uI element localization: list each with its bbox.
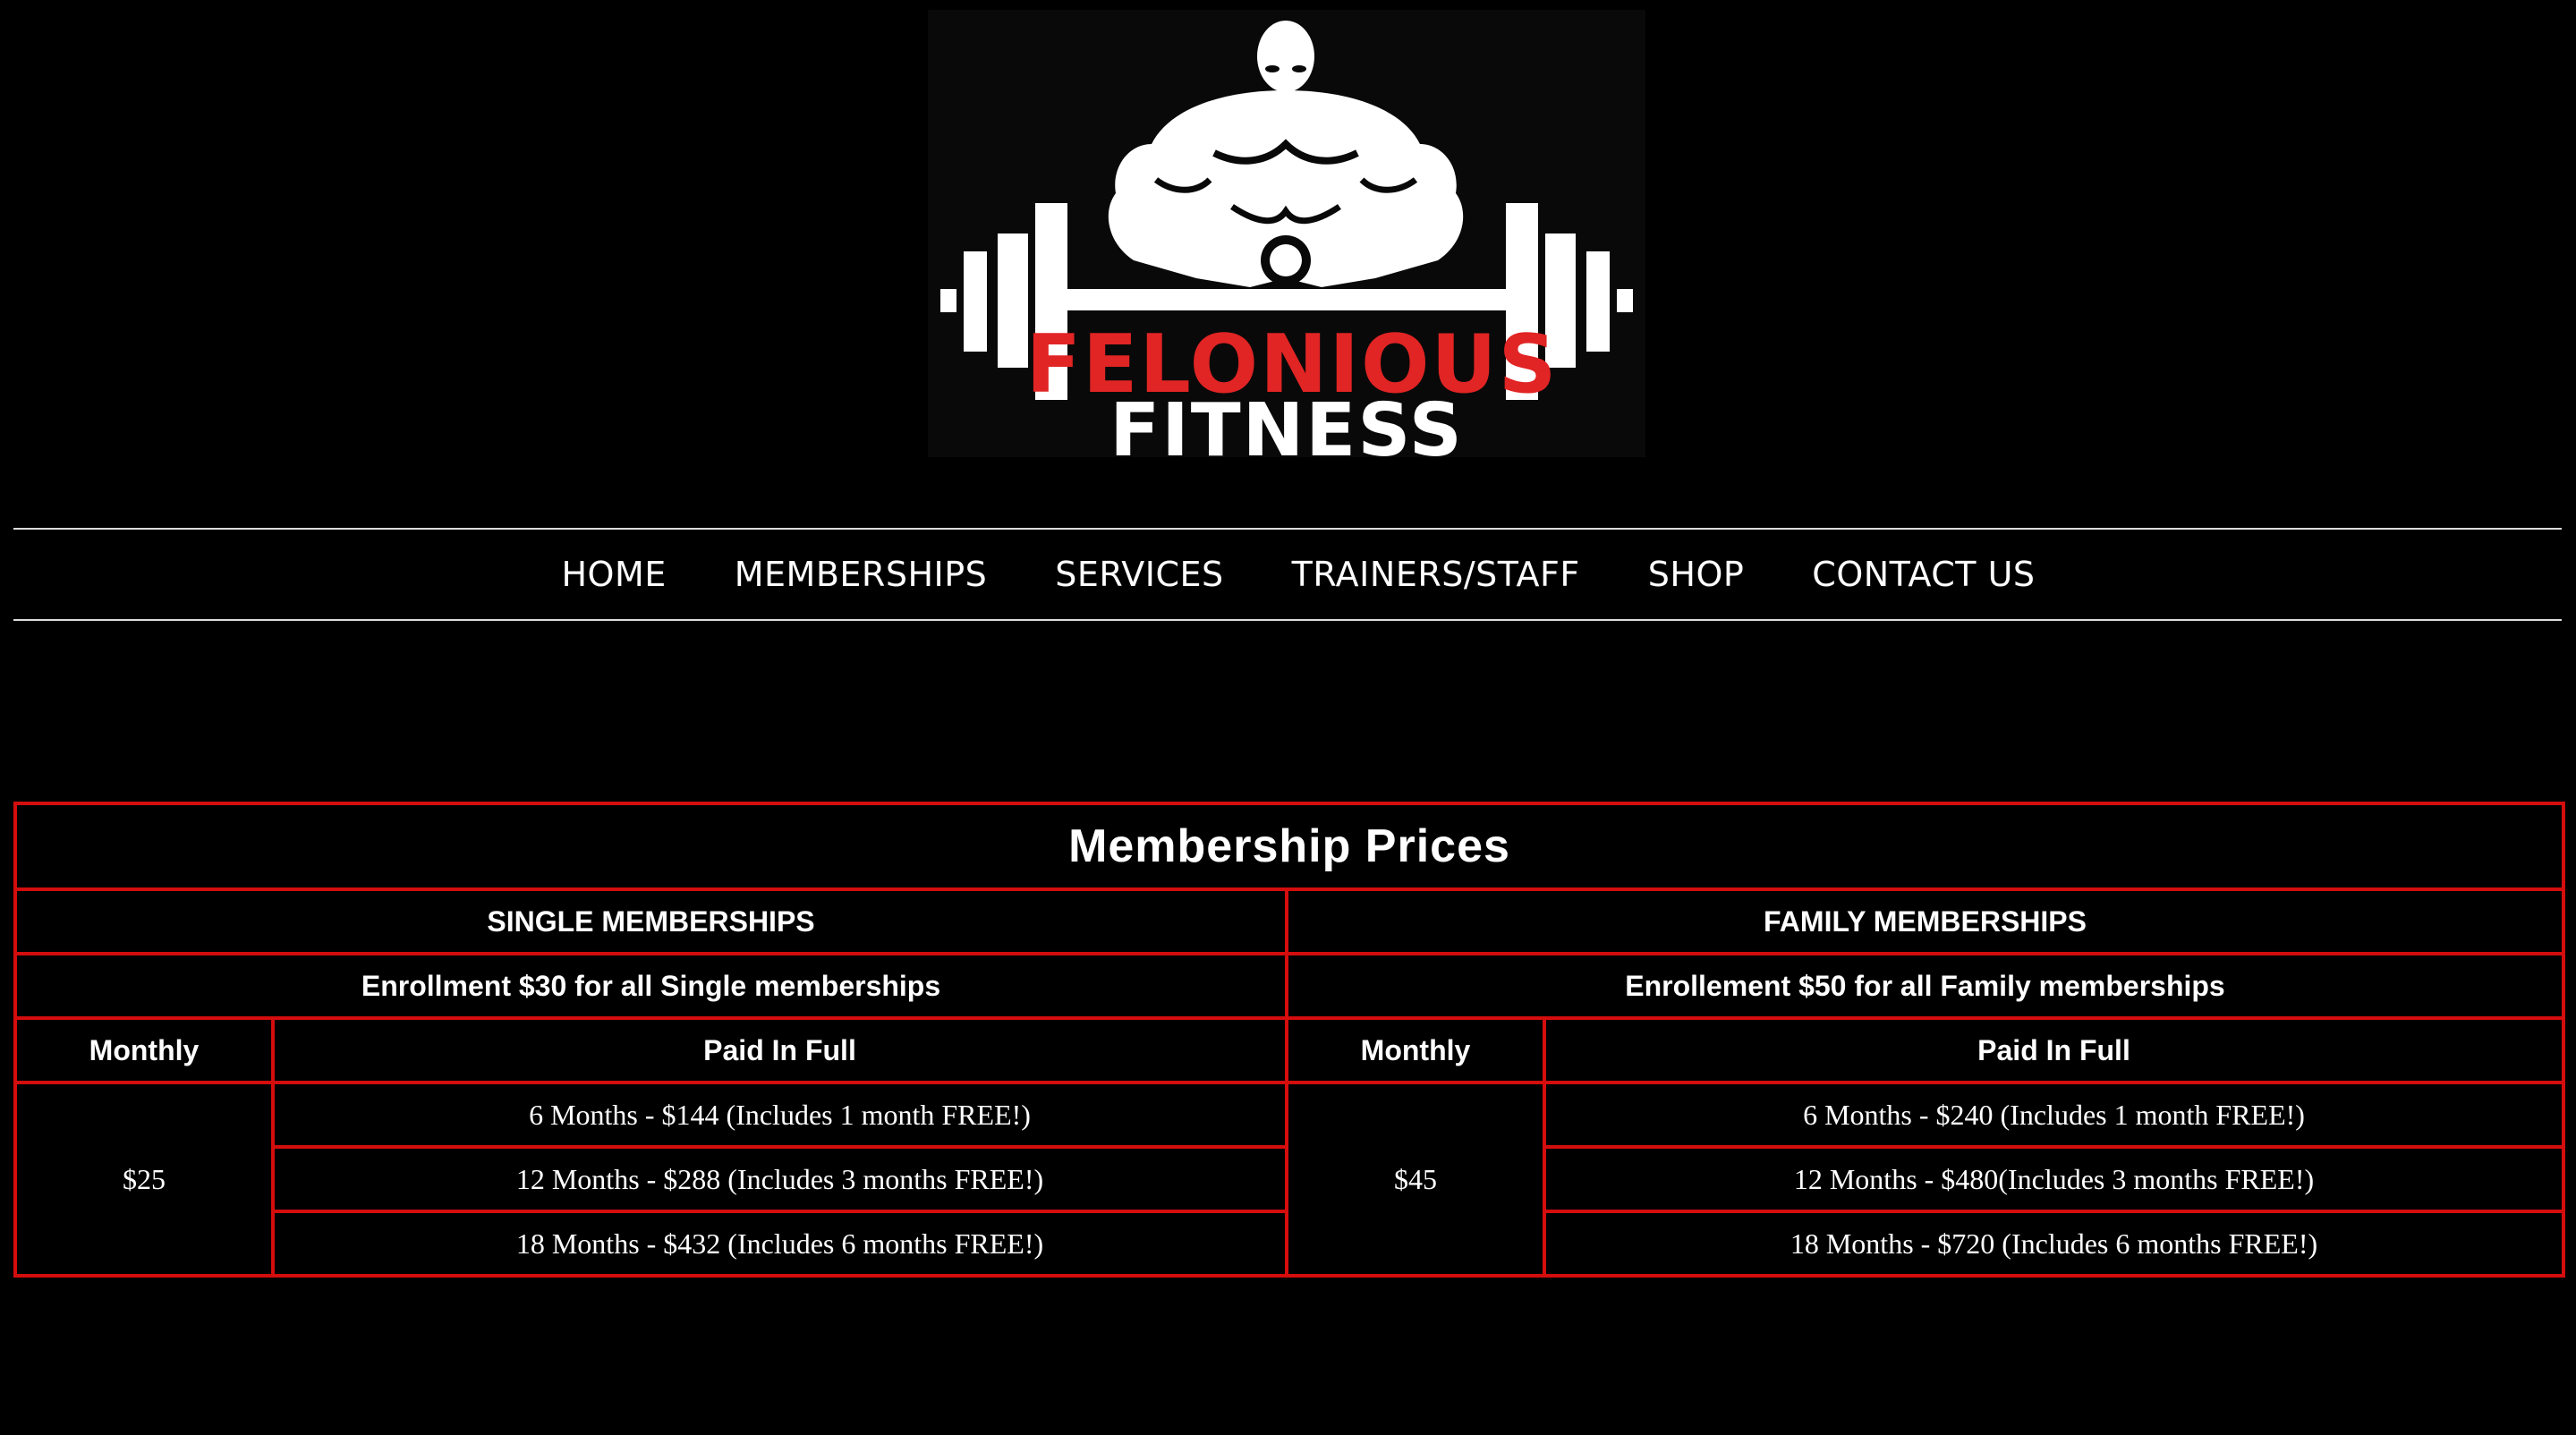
main-nav: HOME MEMBERSHIPS SERVICES TRAINERS/STAFF…	[13, 530, 2562, 619]
nav-item-home[interactable]: HOME	[561, 555, 666, 594]
single-paid-in-full-header: Paid In Full	[271, 1016, 1288, 1084]
nav-item-contact-us[interactable]: CONTACT US	[1812, 555, 2035, 594]
table-title: Membership Prices	[13, 802, 2565, 891]
family-monthly-header: Monthly	[1285, 1016, 1546, 1084]
family-plan-18-months: 18 Months - $720 (Includes 6 months FREE…	[1543, 1210, 2565, 1278]
nav-item-trainers-staff[interactable]: TRAINERS/STAFF	[1292, 555, 1580, 594]
nav-divider-bottom	[13, 619, 2562, 621]
single-plan-18-months: 18 Months - $432 (Includes 6 months FREE…	[271, 1210, 1288, 1278]
family-paid-in-full-header: Paid In Full	[1543, 1016, 2565, 1084]
table-row: $25 6 Months - $144 (Includes 1 month FR…	[13, 1081, 2565, 1278]
site-logo[interactable]: FELONIOUS FITNESS	[928, 10, 1645, 468]
nav-item-memberships[interactable]: MEMBERSHIPS	[735, 555, 988, 594]
family-enrollment-fee: Enrollement $50 for all Family membershi…	[1285, 952, 2565, 1020]
family-plan-6-months: 6 Months - $240 (Includes 1 month FREE!)	[1543, 1081, 2565, 1149]
logo-wordmark-fitness: FITNESS	[1109, 388, 1464, 473]
nav-item-shop[interactable]: SHOP	[1648, 555, 1745, 594]
single-monthly-price: $25	[13, 1081, 275, 1278]
family-memberships-heading: FAMILY MEMBERSHIPS	[1285, 887, 2565, 955]
single-enrollment-fee: Enrollment $30 for all Single membership…	[13, 952, 1288, 1020]
nav-item-services[interactable]: SERVICES	[1055, 555, 1223, 594]
single-memberships-heading: SINGLE MEMBERSHIPS	[13, 887, 1288, 955]
family-monthly-price: $45	[1285, 1081, 1546, 1278]
membership-prices-table: Membership Prices SINGLE MEMBERSHIPS FAM…	[13, 802, 2565, 1278]
family-plan-12-months: 12 Months - $480(Includes 3 months FREE!…	[1543, 1145, 2565, 1213]
single-plan-12-months: 12 Months - $288 (Includes 3 months FREE…	[271, 1145, 1288, 1213]
single-plan-6-months: 6 Months - $144 (Includes 1 month FREE!)	[271, 1081, 1288, 1149]
single-monthly-header: Monthly	[13, 1016, 275, 1084]
